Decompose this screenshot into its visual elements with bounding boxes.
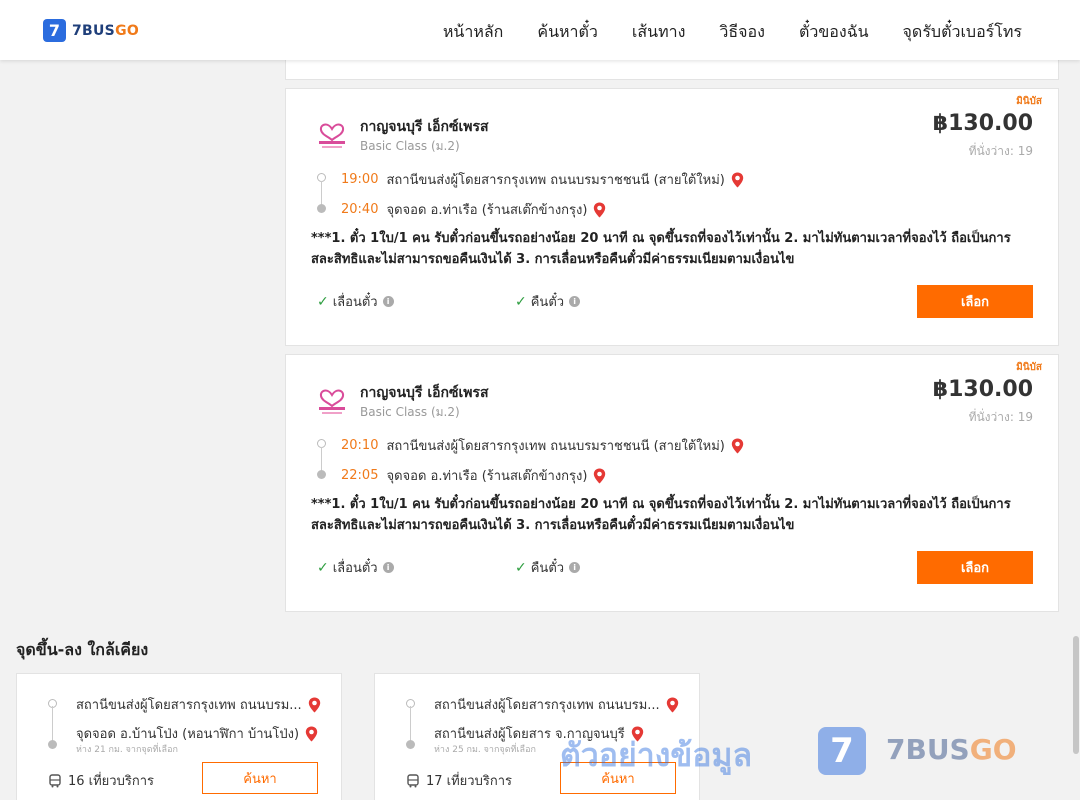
nearby-section-title: จุดขึ้น-ลง ใกล้เคียง bbox=[16, 640, 149, 659]
trip-count: 16 เที่ยวบริการ bbox=[48, 770, 154, 791]
route-line bbox=[52, 706, 53, 742]
site-logo[interactable]: 7 7BUSGO bbox=[43, 19, 139, 42]
refund-flag: ✓ คืนตั๋ว i bbox=[515, 291, 581, 312]
logo-text: 7BUSGO bbox=[72, 22, 140, 39]
destination-dot bbox=[48, 740, 57, 749]
seats-available: ที่นั่งว่าง: 19 bbox=[968, 410, 1033, 424]
nearby-origin-label: สถานีขนส่งผู้โดยสารกรุงเทพ ถนนบรม... bbox=[76, 698, 302, 713]
refund-label: คืนตั๋ว bbox=[530, 561, 565, 576]
check-icon: ✓ bbox=[515, 293, 527, 310]
trip-card: มินิบัส กาญจนบุรี เอ็กซ์เพรส Basic Class… bbox=[285, 354, 1059, 612]
map-pin-icon[interactable] bbox=[305, 726, 318, 742]
departure-time: 19:00 bbox=[341, 172, 379, 187]
watermark-logo-mark: 7 bbox=[818, 727, 866, 775]
trip-count-label: 17 เที่ยวบริการ bbox=[426, 774, 512, 789]
service-class: Basic Class (ม.2) bbox=[360, 405, 460, 419]
refund-label: คืนตั๋ว bbox=[530, 295, 565, 310]
nearby-origin: สถานีขนส่งผู้โดยสารกรุงเทพ ถนนบรม... bbox=[434, 694, 679, 715]
arrival-place: จุดจอด อ.ท่าเรือ (ร้านสเต๊กข้างกรุง) bbox=[386, 203, 588, 218]
check-icon: ✓ bbox=[515, 559, 527, 576]
arrival-place: จุดจอด อ.ท่าเรือ (ร้านสเต๊กข้างกรุง) bbox=[386, 469, 588, 484]
check-icon: ✓ bbox=[317, 293, 329, 310]
departure-place: สถานีขนส่งผู้โดยสารกรุงเทพ ถนนบรมราชชนนี… bbox=[386, 439, 725, 454]
nav-ticket-pickup[interactable]: จุดรับตั๋วเบอร์โทร bbox=[903, 20, 1022, 45]
map-pin-icon[interactable] bbox=[731, 438, 744, 454]
logo-mark: 7 bbox=[43, 19, 66, 42]
arrival-stop: 20:40 จุดจอด อ.ท่าเรือ (ร้านสเต๊กข้างกรุ… bbox=[341, 199, 606, 220]
trip-count-label: 16 เที่ยวบริการ bbox=[68, 774, 154, 789]
destination-dot bbox=[317, 204, 326, 213]
operator-logo bbox=[319, 389, 345, 414]
info-icon[interactable]: i bbox=[569, 296, 581, 307]
scrollbar-thumb[interactable] bbox=[1073, 636, 1079, 754]
nav-search-ticket[interactable]: ค้นหาตั๋ว bbox=[537, 20, 598, 45]
vehicle-badge: มินิบัส bbox=[1016, 96, 1042, 107]
refund-flag: ✓ คืนตั๋ว i bbox=[515, 557, 581, 578]
distance-text: ห่าง 25 กม. จากจุดที่เลือก bbox=[434, 745, 536, 755]
nearby-destination-label: จุดจอด อ.บ้านโป่ง (หอนาฬิกา บ้านโป่ง) bbox=[76, 727, 300, 742]
map-pin-icon[interactable] bbox=[308, 697, 321, 713]
map-pin-icon[interactable] bbox=[666, 697, 679, 713]
nearby-destination: จุดจอด อ.บ้านโป่ง (หอนาฬิกา บ้านโป่ง) bbox=[76, 723, 318, 744]
nav-home[interactable]: หน้าหลัก bbox=[443, 20, 504, 45]
top-header: 7 7BUSGO หน้าหลัก ค้นหาตั๋ว เส้นทาง วิธี… bbox=[0, 0, 1080, 60]
reschedule-label: เลื่อนตั๋ว bbox=[332, 295, 378, 310]
main-nav: หน้าหลัก ค้นหาตั๋ว เส้นทาง วิธีจอง ตั๋วข… bbox=[409, 20, 1022, 45]
watermark-brand: 7BUSGO bbox=[886, 733, 1017, 766]
watermark-text: ตัวอย่างข้อมูล bbox=[560, 736, 753, 774]
ticket-price: ฿130.00 bbox=[932, 111, 1033, 136]
nearby-route-card: สถานีขนส่งผู้โดยสารกรุงเทพ ถนนบรม... จุด… bbox=[16, 673, 342, 800]
departure-stop: 20:10 สถานีขนส่งผู้โดยสารกรุงเทพ ถนนบรมร… bbox=[341, 435, 744, 456]
departure-stop: 19:00 สถานีขนส่งผู้โดยสารกรุงเทพ ถนนบรมร… bbox=[341, 169, 744, 190]
nav-routes[interactable]: เส้นทาง bbox=[632, 20, 686, 45]
info-icon[interactable]: i bbox=[569, 562, 581, 573]
arrival-time: 22:05 bbox=[341, 468, 379, 483]
reschedule-flag: ✓ เลื่อนตั๋ว i bbox=[317, 291, 394, 312]
arrival-time: 20:40 bbox=[341, 202, 379, 217]
ticket-price: ฿130.00 bbox=[932, 377, 1033, 402]
operator-name: กาญจนบุรี เอ็กซ์เพรส bbox=[360, 119, 489, 135]
nav-how-to-book[interactable]: วิธีจอง bbox=[719, 20, 765, 45]
trip-card: มินิบัส กาญจนบุรี เอ็กซ์เพรส Basic Class… bbox=[285, 88, 1059, 346]
trip-count: 17 เที่ยวบริการ bbox=[406, 770, 512, 791]
route-line bbox=[410, 706, 411, 742]
bus-icon bbox=[49, 773, 61, 787]
select-trip-button[interactable]: เลือก bbox=[917, 551, 1033, 584]
departure-place: สถานีขนส่งผู้โดยสารกรุงเทพ ถนนบรมราชชนนี… bbox=[386, 173, 725, 188]
arrival-stop: 22:05 จุดจอด อ.ท่าเรือ (ร้านสเต๊กข้างกรุ… bbox=[341, 465, 606, 486]
bus-icon bbox=[407, 773, 419, 787]
nearby-origin: สถานีขนส่งผู้โดยสารกรุงเทพ ถนนบรม... bbox=[76, 694, 321, 715]
operator-logo bbox=[319, 123, 345, 148]
trip-conditions-note: ***1. ตั๋ว 1ใบ/1 คน รับตั๋วก่อนขึ้นรถอย่… bbox=[311, 231, 1011, 267]
reschedule-label: เลื่อนตั๋ว bbox=[332, 561, 378, 576]
distance-text: ห่าง 21 กม. จากจุดที่เลือก bbox=[76, 745, 178, 755]
destination-dot bbox=[406, 740, 415, 749]
select-trip-button[interactable]: เลือก bbox=[917, 285, 1033, 318]
map-pin-icon[interactable] bbox=[593, 202, 606, 218]
trip-conditions-note: ***1. ตั๋ว 1ใบ/1 คน รับตั๋วก่อนขึ้นรถอย่… bbox=[311, 497, 1011, 533]
map-pin-icon[interactable] bbox=[593, 468, 606, 484]
departure-time: 20:10 bbox=[341, 438, 379, 453]
nav-my-tickets[interactable]: ตั๋วของฉัน bbox=[799, 20, 869, 45]
seats-available: ที่นั่งว่าง: 19 bbox=[968, 144, 1033, 158]
search-button[interactable]: ค้นหา bbox=[202, 762, 318, 794]
operator-name: กาญจนบุรี เอ็กซ์เพรส bbox=[360, 385, 489, 401]
check-icon: ✓ bbox=[317, 559, 329, 576]
vehicle-badge: มินิบัส bbox=[1016, 362, 1042, 373]
info-icon[interactable]: i bbox=[382, 296, 394, 307]
map-pin-icon[interactable] bbox=[731, 172, 744, 188]
service-class: Basic Class (ม.2) bbox=[360, 139, 460, 153]
reschedule-flag: ✓ เลื่อนตั๋ว i bbox=[317, 557, 394, 578]
nearby-origin-label: สถานีขนส่งผู้โดยสารกรุงเทพ ถนนบรม... bbox=[434, 698, 660, 713]
destination-dot bbox=[317, 470, 326, 479]
info-icon[interactable]: i bbox=[382, 562, 394, 573]
